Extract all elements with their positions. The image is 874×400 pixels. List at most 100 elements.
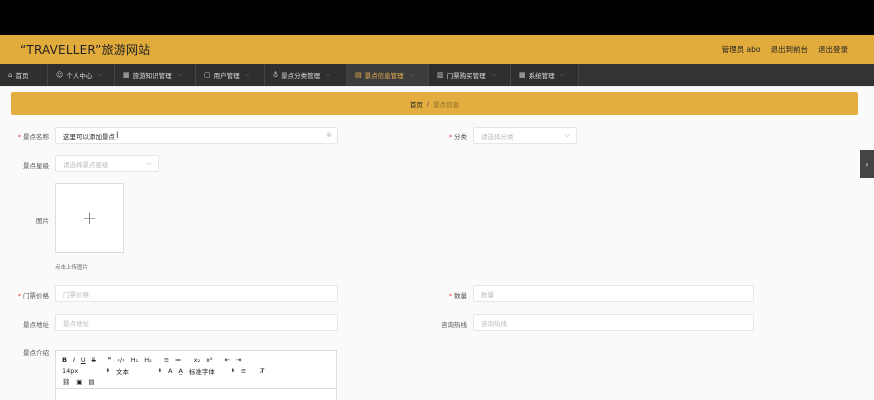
- nav-item-category[interactable]: ♁ 景点分类管理 ⌵: [265, 64, 347, 86]
- nav-label: 旅游知识管理: [132, 72, 172, 80]
- nav-filler: [579, 64, 874, 86]
- breadcrumb-separator: /: [426, 99, 430, 108]
- video-icon[interactable]: ▤: [88, 378, 94, 386]
- side-toggle-button[interactable]: ›: [860, 150, 874, 178]
- nav-item-attractions[interactable]: ▤ 景点信息管理 ⌵: [347, 64, 429, 86]
- price-input[interactable]: 门票价格: [55, 285, 338, 302]
- clear-format-icon[interactable]: T̸: [260, 367, 264, 375]
- chevron-down-icon: ⌵: [326, 72, 330, 78]
- price-label: * 门票价格: [17, 292, 49, 300]
- site-header: “TRAVELLER”旅游网站 管理员 abo 退出到前台 退出登录: [0, 35, 874, 64]
- bold-button[interactable]: B: [62, 356, 67, 364]
- header-select[interactable]: 文本 ⬍: [116, 366, 162, 376]
- chevron-down-icon: ⬍: [157, 367, 162, 374]
- chevron-down-icon: ⬍: [105, 367, 110, 374]
- quote-icon[interactable]: ❞: [108, 356, 112, 364]
- align-icon[interactable]: ≡: [241, 367, 246, 375]
- font-size-select[interactable]: 14px ⬍: [62, 367, 110, 375]
- chevron-down-icon: ⌵: [409, 72, 414, 78]
- chevron-right-icon: ›: [865, 159, 869, 169]
- code-icon[interactable]: ‹/›: [117, 356, 124, 364]
- chevron-down-icon: ⌵: [245, 72, 250, 78]
- strike-button[interactable]: S: [92, 356, 96, 364]
- intro-label: 景点介绍: [23, 349, 49, 357]
- quantity-input[interactable]: 数量: [473, 285, 754, 302]
- top-black-bar: [0, 0, 874, 35]
- indent-icon[interactable]: ⇥: [236, 356, 241, 364]
- quantity-label: * 数量: [448, 292, 467, 300]
- address-input[interactable]: 景点地址: [55, 314, 338, 331]
- font-color-icon[interactable]: A: [168, 367, 172, 375]
- chart-icon: ▥: [437, 71, 444, 79]
- list-icon: ▤: [355, 71, 362, 79]
- link-icon[interactable]: ⛓: [62, 378, 70, 386]
- level-select[interactable]: 请选择景点星级 ⌵: [55, 155, 159, 172]
- ordered-list-icon[interactable]: ≡: [164, 356, 169, 364]
- chevron-down-icon: ⬍: [230, 367, 235, 374]
- nav-label: 系统管理: [528, 72, 555, 80]
- nav-label: 门票购买管理: [446, 72, 486, 80]
- category-select[interactable]: 请选择分类 ⌵: [473, 127, 577, 144]
- nav-item-users[interactable]: ▢ 用户管理 ⌵: [196, 64, 265, 86]
- background-color-icon[interactable]: A̲: [178, 367, 182, 375]
- nav-item-system[interactable]: ▦ 系统管理 ⌵: [511, 64, 579, 86]
- back-to-front-link[interactable]: 退出到前台: [771, 44, 809, 55]
- home-icon: ⌂: [8, 71, 13, 79]
- nav-label: 景点分类管理: [281, 72, 321, 80]
- chevron-down-icon: ⌵: [560, 72, 565, 78]
- editor-toolbar-row: ⛓ ▣ ▤: [56, 376, 336, 387]
- italic-button[interactable]: I: [73, 356, 75, 364]
- subscript-button[interactable]: x₂: [194, 356, 200, 364]
- editor-body[interactable]: [56, 388, 336, 400]
- category-label: * 分类: [448, 133, 467, 141]
- grid-icon: ▦: [123, 71, 130, 79]
- rich-text-editor: B I U S ❞ ‹/› H₁ H₂ ≡ ≔ x₂ x² ⇤ ⇥ 14px ⬍ …: [55, 350, 337, 400]
- nav-item-knowledge[interactable]: ▦ 旅游知识管理 ⌵: [115, 64, 196, 86]
- chevron-down-icon: ⌵: [491, 72, 496, 78]
- editor-toolbar-row: 14px ⬍ 文本 ⬍ A A̲ 标准字体 ⬍ ≡ T̸: [56, 365, 336, 376]
- image-upload-button[interactable]: +: [55, 183, 124, 253]
- chevron-down-icon: ⌵: [146, 159, 152, 167]
- heading-1-button[interactable]: H₁: [131, 356, 139, 364]
- nav-label: 景点信息管理: [364, 72, 404, 80]
- editor-toolbar-row: B I U S ❞ ‹/› H₁ H₂ ≡ ≔ x₂ x² ⇤ ⇥: [56, 354, 336, 365]
- hotline-label: 咨询热线: [441, 321, 467, 329]
- nav-item-tickets[interactable]: ▥ 门票购买管理 ⌵: [429, 64, 511, 86]
- font-family-select[interactable]: 标准字体 ⬍: [189, 366, 235, 376]
- main-nav: ⌂ 首页 ☺ 个人中心 ⌵ ▦ 旅游知识管理 ⌵ ▢ 用户管理 ⌵ ♁ 景点分类…: [0, 64, 874, 86]
- nav-label: 首页: [15, 72, 29, 80]
- hotline-input[interactable]: 咨询热线: [473, 314, 754, 331]
- underline-button[interactable]: U: [81, 356, 86, 364]
- user-icon: ☺: [56, 71, 64, 79]
- main-content: 首页 / 景点信息 * 景点名称 这里可以添加景点 I ⊗ * 分类 请选择分类 ⌵ …: [0, 86, 874, 400]
- window-icon: ▢: [204, 71, 211, 79]
- site-title: “TRAVELLER”旅游网站: [20, 43, 151, 57]
- level-label: 景点星级: [23, 162, 49, 170]
- chevron-down-icon: ⌵: [177, 72, 182, 78]
- system-icon: ▦: [519, 71, 526, 79]
- bullet-list-icon[interactable]: ≔: [175, 356, 182, 364]
- chevron-down-icon: ⌵: [564, 131, 570, 139]
- upload-hint: 点击上传图片: [55, 265, 89, 271]
- nav-item-profile[interactable]: ☺ 个人中心 ⌵: [48, 64, 115, 86]
- name-input[interactable]: 这里可以添加景点 I ⊗: [55, 127, 338, 144]
- breadcrumb-home[interactable]: 首页: [410, 99, 423, 109]
- admin-label: 管理员 abo: [721, 45, 761, 54]
- breadcrumb: 首页 / 景点信息: [11, 92, 858, 115]
- logout-link[interactable]: 退出登录: [818, 44, 848, 55]
- superscript-button[interactable]: x²: [206, 356, 212, 364]
- chevron-down-icon: ⌵: [98, 72, 103, 78]
- outdent-icon[interactable]: ⇤: [225, 356, 230, 364]
- text-cursor-icon: I: [116, 130, 119, 141]
- nav-label: 用户管理: [213, 72, 240, 80]
- address-label: 景点地址: [23, 321, 49, 329]
- nav-label: 个人中心: [66, 72, 93, 80]
- breadcrumb-current: 景点信息: [433, 100, 460, 109]
- mic-icon: ♁: [273, 71, 279, 79]
- image-icon[interactable]: ▣: [76, 378, 82, 386]
- header-actions: 管理员 abo 退出到前台 退出登录: [722, 44, 848, 55]
- clear-icon[interactable]: ⊗: [326, 131, 332, 139]
- plus-icon: +: [81, 207, 98, 229]
- heading-2-button[interactable]: H₂: [144, 356, 152, 364]
- nav-item-home[interactable]: ⌂ 首页: [0, 64, 48, 86]
